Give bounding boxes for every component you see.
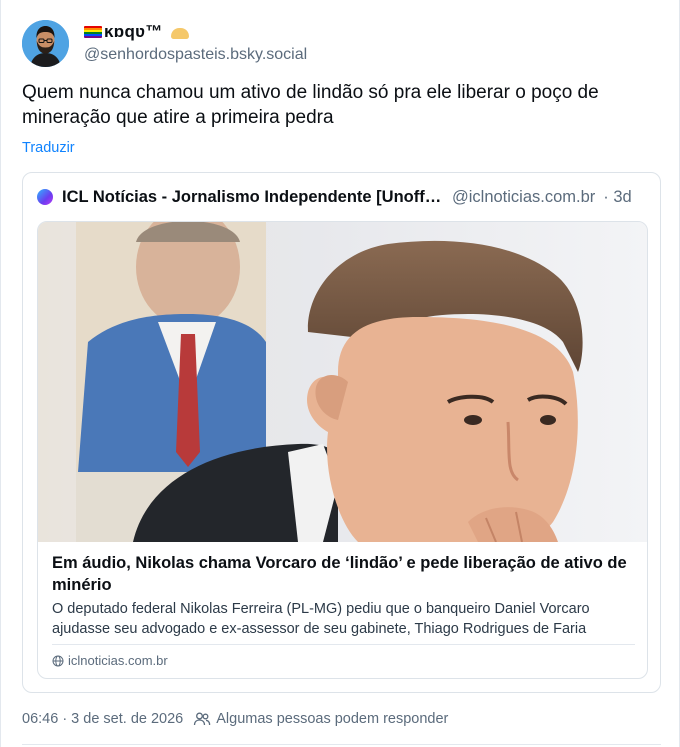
link-card-divider bbox=[52, 644, 635, 645]
post-meta: 06:46 · 3 de set. de 2026 Algumas pessoa… bbox=[22, 711, 448, 727]
pastel-emoji-icon bbox=[170, 27, 189, 39]
reply-setting[interactable]: Algumas pessoas podem responder bbox=[216, 711, 448, 727]
article-description: O deputado federal Nikolas Ferreira (PL-… bbox=[52, 599, 637, 639]
author-handle[interactable]: @senhordospasteis.bsky.social bbox=[84, 46, 307, 64]
bearded-man-avatar-icon bbox=[22, 20, 69, 67]
quoted-post-age: · 3d bbox=[603, 187, 632, 206]
globe-icon bbox=[52, 655, 64, 666]
article-description-line: ajudasse seu advogado e ex-assessor de s… bbox=[52, 621, 587, 637]
quoted-author-handle[interactable]: @iclnoticias.com.br bbox=[452, 188, 595, 207]
article-domain[interactable]: iclnoticias.com.br bbox=[52, 653, 168, 668]
post-timestamp: 06:46 · 3 de set. de 2026 bbox=[22, 711, 184, 727]
translate-link[interactable]: Traduzir bbox=[22, 140, 75, 156]
author-display-name-row[interactable]: ĸɒqʋ™ bbox=[84, 21, 307, 43]
article-description-line: O deputado federal Nikolas Ferreira (PL-… bbox=[52, 601, 590, 617]
rainbow-flag-icon bbox=[84, 26, 102, 38]
post-thread: ĸɒqʋ™ @senhordospasteis.bsky.social Quem… bbox=[0, 0, 680, 747]
quoted-post-header: ICL Notícias - Jornalismo Independente [… bbox=[37, 186, 647, 208]
article-title[interactable]: Em áudio, Nikolas chama Vorcaro de ‘lind… bbox=[52, 552, 637, 596]
external-link-card[interactable]: Em áudio, Nikolas chama Vorcaro de ‘lind… bbox=[37, 221, 648, 679]
quoted-author-name[interactable]: ICL Notícias - Jornalismo Independente [… bbox=[62, 188, 442, 207]
post-bottom-divider bbox=[22, 744, 661, 745]
quoted-author-avatar[interactable] bbox=[37, 189, 53, 205]
author-names: ĸɒqʋ™ @senhordospasteis.bsky.social bbox=[84, 21, 307, 64]
people-icon bbox=[194, 712, 211, 726]
article-domain-text: iclnoticias.com.br bbox=[68, 653, 168, 668]
article-thumbnail-image bbox=[38, 222, 647, 542]
quoted-post-card[interactable]: ICL Notícias - Jornalismo Independente [… bbox=[22, 172, 661, 693]
author-avatar[interactable] bbox=[22, 20, 69, 67]
post-header: ĸɒqʋ™ @senhordospasteis.bsky.social bbox=[22, 20, 307, 67]
author-display-name[interactable]: ĸɒqʋ™ bbox=[104, 22, 163, 42]
post-text: Quem nunca chamou um ativo de lindão só … bbox=[22, 82, 599, 128]
